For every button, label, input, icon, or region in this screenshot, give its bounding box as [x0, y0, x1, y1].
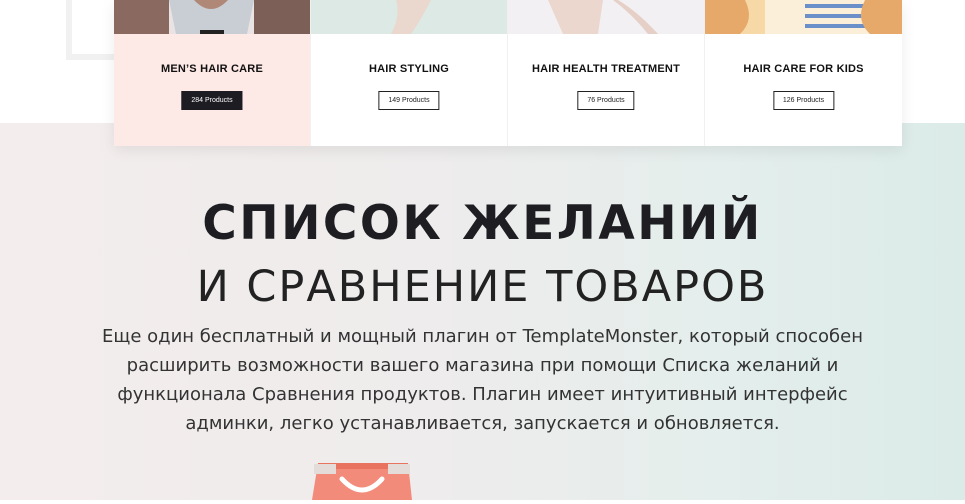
- category-count-button[interactable]: 76 Products: [577, 91, 635, 110]
- category-card-mens-hair-care[interactable]: MEN’S HAIR CARE 284 Products: [114, 0, 311, 146]
- feature-heading-bold: СПИСОК ЖЕЛАНИЙ: [202, 196, 763, 251]
- decorative-frame: [66, 0, 114, 60]
- feature-description: Еще один бесплатный и мощный плагин от T…: [102, 326, 863, 434]
- category-photo: [311, 0, 507, 34]
- category-photo: [508, 0, 704, 34]
- category-title: MEN’S HAIR CARE: [160, 63, 263, 75]
- shopping-bag-icon: [312, 461, 412, 500]
- category-card-hair-styling[interactable]: HAIR STYLING 149 Products: [311, 0, 508, 146]
- category-title: HAIR CARE FOR KIDS: [743, 63, 864, 75]
- category-title: HAIR HEALTH TREATMENT: [531, 63, 680, 75]
- category-photo: [705, 0, 902, 34]
- category-strip: MEN’S HAIR CARE 284 Products HAIR STYLIN…: [114, 0, 902, 146]
- category-count-button[interactable]: 284 Products: [181, 91, 243, 110]
- category-photo: [114, 0, 310, 34]
- category-count-button[interactable]: 149 Products: [378, 91, 440, 110]
- category-title: HAIR STYLING: [368, 63, 449, 75]
- feature-heading-light: И СРАВНЕНИЕ ТОВАРОВ: [196, 262, 769, 312]
- category-card-hair-care-for-kids[interactable]: HAIR CARE FOR KIDS 126 Products: [705, 0, 902, 146]
- category-count-button[interactable]: 126 Products: [772, 91, 835, 110]
- category-card-hair-health-treatment[interactable]: HAIR HEALTH TREATMENT 76 Products: [508, 0, 705, 146]
